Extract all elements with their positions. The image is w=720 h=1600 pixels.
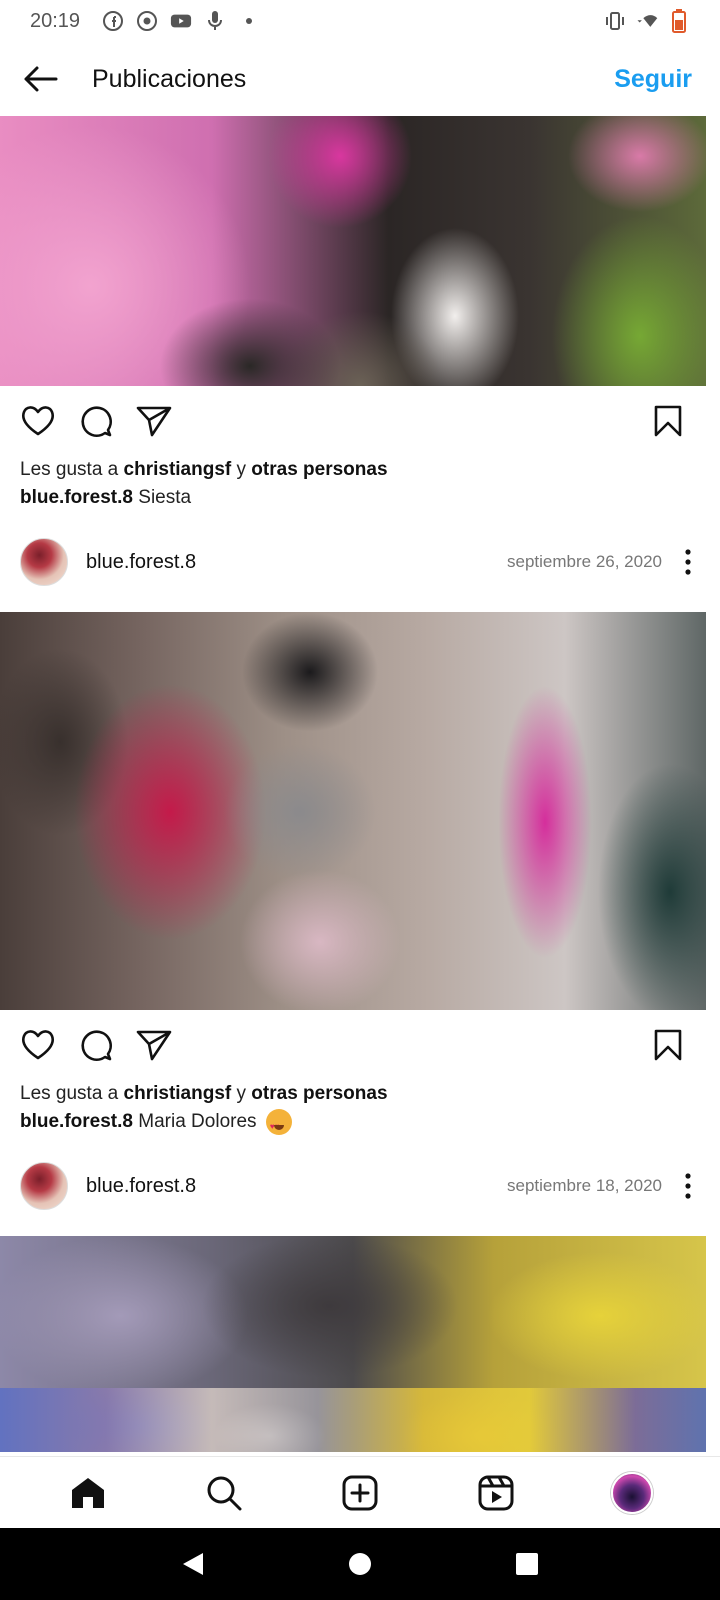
save-button[interactable] [650, 403, 686, 439]
comment-button[interactable] [78, 1027, 114, 1063]
status-time: 20:19 [30, 9, 81, 32]
post-photo[interactable] [0, 116, 706, 386]
page-title: Publicaciones [92, 64, 247, 93]
like-button[interactable] [20, 1027, 56, 1063]
battery-icon [668, 9, 690, 33]
liker-username[interactable]: christiangsf [124, 459, 232, 480]
profile-avatar [611, 1471, 653, 1514]
like-button[interactable] [20, 403, 56, 439]
back-button[interactable] [20, 59, 60, 99]
liker-username[interactable]: christiangsf [124, 1083, 232, 1104]
home-icon [72, 1477, 104, 1508]
post-actions [0, 386, 720, 456]
avatar[interactable] [20, 538, 68, 586]
status-right-icons [604, 9, 690, 33]
send-icon [136, 1030, 172, 1061]
send-icon [136, 406, 172, 437]
search-icon [207, 1476, 242, 1510]
more-vertical-icon [685, 549, 691, 575]
heart-icon [21, 406, 55, 436]
share-button[interactable] [136, 403, 172, 439]
youtube-icon [170, 10, 192, 32]
comment-icon [81, 406, 113, 438]
mic-icon [204, 10, 226, 32]
nav-search-button[interactable] [202, 1471, 246, 1515]
system-nav-bar [0, 1528, 720, 1600]
bottom-nav [0, 1456, 720, 1528]
more-vertical-icon [685, 1173, 691, 1199]
heart-eyes-cat-emoji-icon [265, 1108, 292, 1141]
likes-line: Les gusta a christiangsf y otras persona… [0, 1080, 720, 1108]
likes-others[interactable]: otras personas [251, 459, 387, 480]
more-options-button[interactable] [676, 1171, 700, 1201]
share-button[interactable] [136, 1027, 172, 1063]
system-home-button[interactable] [340, 1544, 380, 1584]
system-back-button[interactable] [173, 1544, 213, 1584]
feed: Les gusta a christiangsf y otras persona… [0, 116, 720, 1452]
bookmark-icon [654, 1029, 682, 1061]
post-photo[interactable] [0, 1236, 706, 1452]
dot-icon [238, 10, 260, 32]
post-header: blue.forest.8 septiembre 26, 2020 [0, 512, 720, 612]
likes-joiner: y [236, 459, 247, 480]
likes-prefix: Les gusta a [20, 1083, 119, 1104]
likes-line: Les gusta a christiangsf y otras persona… [0, 456, 720, 484]
vibrate-icon [604, 10, 626, 32]
likes-others[interactable]: otras personas [251, 1083, 387, 1104]
avatar[interactable] [20, 1162, 68, 1210]
post-photo[interactable] [0, 612, 706, 1010]
post-username[interactable]: blue.forest.8 [86, 551, 196, 574]
back-triangle-icon [183, 1553, 204, 1575]
app-header: Publicaciones Seguir [0, 42, 720, 116]
post-date: septiembre 18, 2020 [507, 1176, 662, 1195]
arrow-left-icon [24, 66, 58, 92]
nav-profile-button[interactable] [610, 1471, 654, 1515]
caption-username[interactable]: blue.forest.8 [20, 487, 133, 508]
follow-button[interactable]: Seguir [614, 65, 692, 94]
likes-prefix: Les gusta a [20, 459, 119, 480]
caption-username[interactable]: blue.forest.8 [20, 1111, 133, 1132]
comment-button[interactable] [78, 403, 114, 439]
post-username[interactable]: blue.forest.8 [86, 1175, 196, 1198]
post-actions [0, 1010, 720, 1080]
heart-icon [21, 1030, 55, 1060]
caption-line: blue.forest.8 Siesta [0, 484, 720, 512]
wifi-icon [636, 10, 658, 32]
facebook-icon [102, 10, 124, 32]
reels-icon [478, 1475, 514, 1510]
nav-reels-button[interactable] [474, 1471, 518, 1515]
caption-line: blue.forest.8 Maria Dolores [0, 1108, 720, 1141]
more-options-button[interactable] [676, 547, 700, 577]
post-header: blue.forest.8 septiembre 18, 2020 [0, 1136, 720, 1236]
recents-square-icon [515, 1553, 538, 1575]
status-bar: 20:19 [0, 0, 720, 42]
system-recents-button[interactable] [507, 1544, 547, 1584]
status-left-icons [102, 10, 260, 32]
bookmark-icon [654, 405, 682, 437]
post-date: septiembre 26, 2020 [507, 552, 662, 571]
comment-icon [81, 1030, 113, 1062]
save-button[interactable] [650, 1027, 686, 1063]
home-circle-icon [348, 1553, 371, 1575]
nav-create-button[interactable] [338, 1471, 382, 1515]
chrome-icon [136, 10, 158, 32]
likes-joiner: y [236, 1083, 247, 1104]
caption-text: Maria Dolores [138, 1111, 257, 1132]
caption-text: Siesta [138, 487, 192, 508]
create-icon [342, 1475, 378, 1510]
nav-home-button[interactable] [66, 1471, 110, 1515]
